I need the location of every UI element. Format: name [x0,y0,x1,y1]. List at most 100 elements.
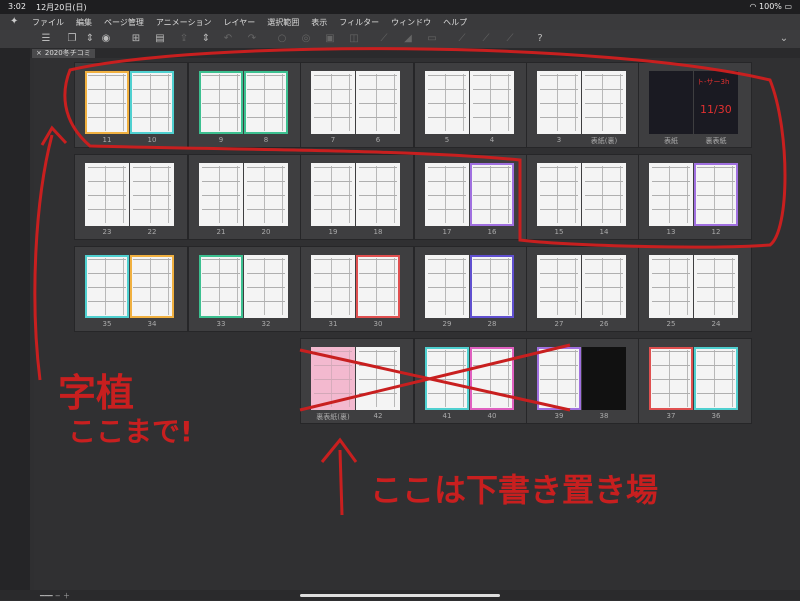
close-tab-icon[interactable]: × [36,49,42,57]
page-thumbnail[interactable] [311,255,355,318]
page-thumbnail[interactable] [130,163,174,226]
menu-item[interactable]: 編集 [76,17,92,28]
add-page-icon[interactable]: ⊞ [130,33,142,45]
new-page-icon[interactable]: ❐ [66,33,78,45]
page-thumbnail[interactable] [537,163,581,226]
menu-item[interactable]: レイヤー [224,17,256,28]
page-thumbnail[interactable] [244,163,288,226]
page-thumbnail[interactable] [199,163,243,226]
page-thumbnail[interactable] [470,163,514,226]
page-spread[interactable]: 76 [300,62,414,148]
page-thumbnail[interactable] [85,255,129,318]
tool4-icon[interactable]: ◫ [348,33,360,45]
page-thumbnail[interactable] [537,347,581,410]
menu-item[interactable]: フィルター [339,17,379,28]
hamburger-menu-icon[interactable]: ☰ [40,33,52,45]
menu-item[interactable]: 選択範囲 [267,17,299,28]
page-spread[interactable]: 54 [414,62,528,148]
tool9-icon[interactable]: ⟋ [480,33,492,45]
menu-item[interactable]: アニメーション [156,17,212,28]
app-logo-icon[interactable]: ✦ [10,16,22,28]
page-thumbnail[interactable] [425,255,469,318]
tool1-icon[interactable]: ○ [276,33,288,45]
page-thumbnail[interactable] [582,163,626,226]
page-thumbnail[interactable] [582,347,626,410]
export-icon[interactable]: ⇪ [178,33,190,45]
page-thumbnail[interactable] [244,255,288,318]
redo-icon[interactable]: ↷ [246,33,258,45]
page-spread[interactable]: 39 38 [526,338,640,424]
page-spread[interactable]: 41 40 [414,338,528,424]
tool3-icon[interactable]: ▣ [324,33,336,45]
page-thumbnail[interactable] [470,255,514,318]
page-thumbnail[interactable] [694,347,738,410]
menu-item[interactable]: ヘルプ [443,17,467,28]
page-thumbnail[interactable] [356,71,400,134]
page-thumbnail[interactable] [356,255,400,318]
page-spread[interactable]: 15 14 [526,154,640,240]
page-spread[interactable]: 17 16 [414,154,528,240]
page-thumbnail[interactable] [470,71,514,134]
page-thumbnail[interactable] [356,163,400,226]
page-thumbnail[interactable] [85,71,129,134]
page-thumbnail[interactable] [311,347,355,410]
menu-item[interactable]: ページ管理 [104,17,144,28]
page-thumbnail[interactable] [649,71,693,134]
menu-item[interactable]: ウィンドウ [391,17,431,28]
help-icon[interactable]: ? [534,33,546,45]
tool7-icon[interactable]: ▭ [426,33,438,45]
page-thumbnail[interactable] [649,347,693,410]
spinner2-icon[interactable]: ⇕ [200,33,212,45]
page-thumbnail[interactable] [199,71,243,134]
page-spread[interactable]: 29 28 [414,246,528,332]
page-spread[interactable]: 23 22 [74,154,188,240]
page-thumbnail[interactable] [130,255,174,318]
chevron-down-icon[interactable]: ⌄ [778,33,790,45]
spinner-icon[interactable]: ⇕ [84,33,96,45]
menu-item[interactable]: 表示 [311,17,327,28]
tool5-icon[interactable]: ⟋ [378,33,390,45]
tool10-icon[interactable]: ⟋ [504,33,516,45]
page-thumbnail[interactable] [649,255,693,318]
page-spread[interactable]: 11 10 [74,62,188,148]
document-tab[interactable]: × 2020冬チコミ [32,49,95,58]
page-thumbnail[interactable] [425,71,469,134]
tool8-icon[interactable]: ⟋ [456,33,468,45]
page-spread[interactable]: 31 30 [300,246,414,332]
page-thumbnail[interactable] [537,255,581,318]
page-thumbnail[interactable]: ト-サー3h 11/30 [694,71,738,134]
page-thumbnail[interactable] [582,71,626,134]
page-thumbnail[interactable] [199,255,243,318]
undo-icon[interactable]: ↶ [222,33,234,45]
page-thumbnail[interactable] [582,255,626,318]
page-thumbnail[interactable] [425,163,469,226]
page-thumbnail[interactable] [311,163,355,226]
page-thumbnail[interactable] [311,71,355,134]
menu-item[interactable]: ファイル [32,17,64,28]
page-thumbnail[interactable] [130,71,174,134]
page-spread[interactable]: 21 20 [188,154,302,240]
tool6-icon[interactable]: ◢ [402,33,414,45]
page-spread[interactable]: 裏表紙(裏) 42 [300,338,414,424]
open-folder-icon[interactable]: ▤ [154,33,166,45]
page-thumbnail[interactable] [470,347,514,410]
page-spread[interactable]: 表紙 ト-サー3h 11/30 裏表紙 [638,62,752,148]
page-thumbnail[interactable] [694,163,738,226]
page-spread[interactable]: 35 34 [74,246,188,332]
page-thumbnail[interactable] [537,71,581,134]
page-spread[interactable]: 37 36 [638,338,752,424]
page-thumbnail[interactable] [356,347,400,410]
page-spread[interactable]: 25 24 [638,246,752,332]
page-spread[interactable]: 13 12 [638,154,752,240]
page-thumbnail[interactable] [649,163,693,226]
page-view-icon[interactable]: ◉ [100,33,112,45]
page-thumbnail[interactable] [244,71,288,134]
page-spread[interactable]: 19 18 [300,154,414,240]
page-spread[interactable]: 27 26 [526,246,640,332]
page-thumbnail[interactable] [694,255,738,318]
page-spread[interactable]: 98 [188,62,302,148]
page-thumbnail[interactable] [85,163,129,226]
page-spread[interactable]: 3 表紙(裏) [526,62,640,148]
tool2-icon[interactable]: ◎ [300,33,312,45]
page-spread[interactable]: 33 32 [188,246,302,332]
